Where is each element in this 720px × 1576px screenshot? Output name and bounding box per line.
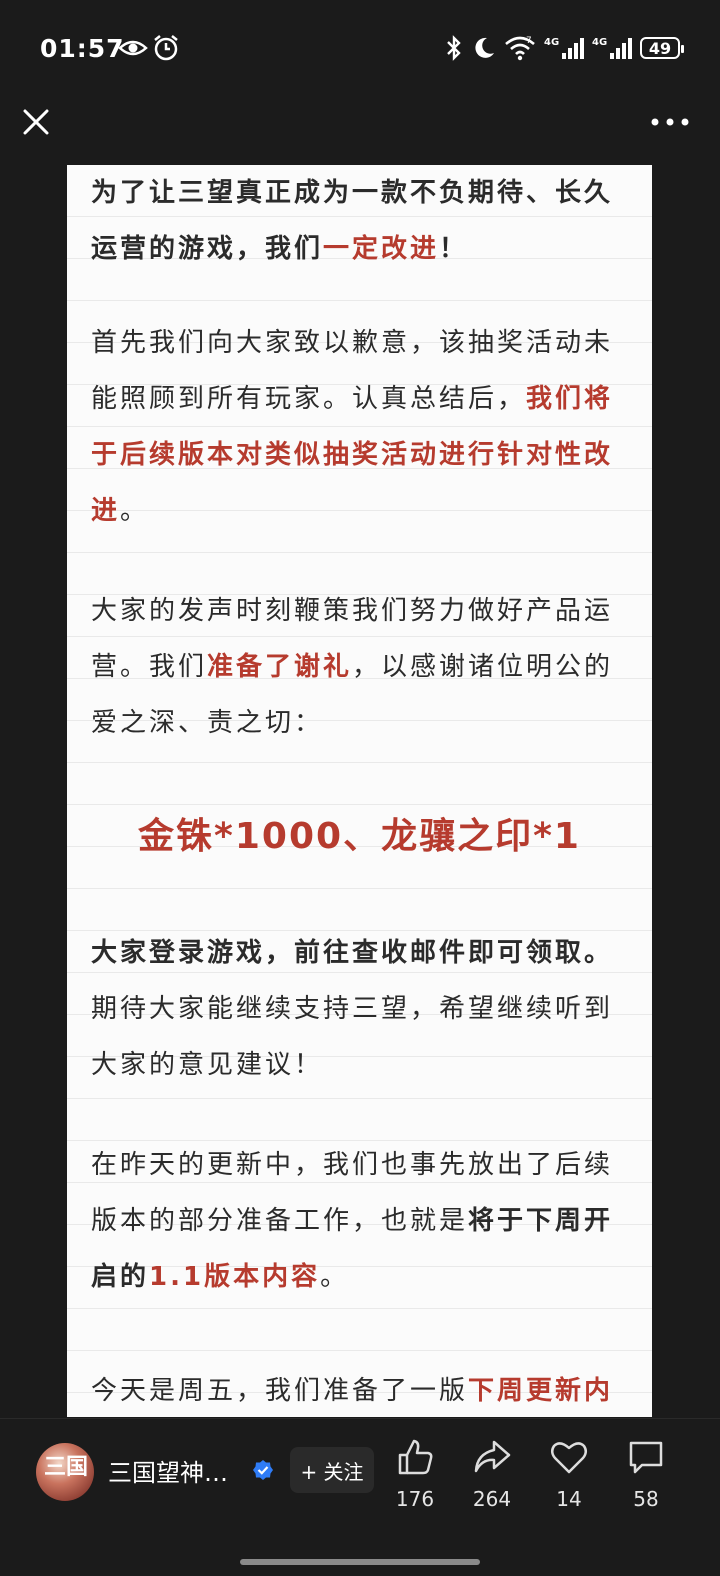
paragraph-5: 在昨天的更新中，我们也事先放出了后续版本的部分准备工作，也就是将于下周开启的1.…	[91, 1137, 631, 1305]
highlight-text: 准备了谢礼	[207, 652, 353, 682]
eye-icon	[118, 40, 148, 56]
alarm-icon	[154, 35, 178, 61]
text-segment: 。	[120, 496, 150, 526]
status-time: 01:57	[40, 34, 125, 63]
paragraph-2: 首先我们向大家致以歉意，该抽奖活动未能照顾到所有玩家。认真总结后，我们将于后续版…	[91, 315, 631, 539]
svg-text:4G: 4G	[544, 37, 559, 48]
favorite-count: 14	[556, 1487, 582, 1511]
thumbs-up-icon	[398, 1439, 433, 1475]
reward-title: 金铢*1000、龙骧之印*1	[138, 816, 581, 857]
battery-icon: 49	[640, 37, 684, 59]
highlight-text: 1.1版本内容	[149, 1262, 321, 1292]
heart-icon	[551, 1442, 587, 1474]
highlight-text: 一定改进	[323, 234, 440, 264]
like-count: 176	[395, 1487, 435, 1511]
svg-text:4G: 4G	[592, 37, 607, 48]
verified-icon	[253, 1460, 273, 1480]
status-bar: 01:57 7 4G 4G 49	[0, 0, 720, 96]
more-icon[interactable]	[650, 116, 690, 128]
paragraph-6: 今天是周五，我们准备了一版下周更新内	[91, 1363, 631, 1417]
signal-icon: 4G	[544, 37, 584, 59]
avatar[interactable]: 三国	[36, 1443, 94, 1501]
home-indicator[interactable]	[240, 1559, 480, 1565]
text-segment: 。	[320, 1262, 350, 1292]
paragraph-4: 大家登录游戏，前往查收邮件即可领取。期待大家能继续支持三望，希望继续听到大家的意…	[91, 925, 631, 1093]
comment-count: 58	[633, 1487, 659, 1511]
share-icon	[474, 1440, 511, 1473]
close-icon[interactable]	[20, 106, 52, 138]
share-button[interactable]: 264	[457, 1437, 527, 1511]
favorite-button[interactable]: 14	[534, 1437, 604, 1511]
follow-button[interactable]: + 关注	[290, 1447, 374, 1493]
moon-icon	[475, 37, 494, 58]
account-name[interactable]: 三国望神…	[108, 1453, 228, 1488]
signal-icon: 4G	[592, 37, 632, 59]
nav-bar	[0, 96, 720, 164]
avatar-text: 三国	[44, 1454, 89, 1480]
paragraph-1: 为了让三望真正成为一款不负期待、长久运营的游戏，我们一定改进！	[91, 165, 631, 277]
text-segment: 期待大家能继续支持三望，希望继续听到大家的意见建议！	[91, 994, 614, 1080]
bottom-bar: 三国 三国望神… + 关注 176 264 14 58	[0, 1418, 720, 1576]
svg-text:7: 7	[526, 36, 532, 46]
wifi-icon: 7	[505, 36, 535, 61]
article-card: 为了让三望真正成为一款不负期待、长久运营的游戏，我们一定改进！ 首先我们向大家致…	[67, 165, 652, 1417]
paragraph-3: 大家的发声时刻鞭策我们努力做好产品运营。我们准备了谢礼，以感谢诸位明公的爱之深、…	[91, 583, 631, 751]
text-segment: 大家登录游戏，前往查收邮件即可领取。	[91, 938, 614, 968]
text-segment: 今天是周五，我们准备了一版	[91, 1376, 469, 1406]
bluetooth-icon	[447, 35, 461, 61]
share-count: 264	[472, 1487, 512, 1511]
comment-icon	[629, 1441, 663, 1474]
like-button[interactable]: 176	[380, 1437, 450, 1511]
comment-button[interactable]: 58	[611, 1437, 681, 1511]
text-segment: ！	[439, 234, 469, 264]
highlight-text: 下周更新内	[468, 1376, 614, 1406]
